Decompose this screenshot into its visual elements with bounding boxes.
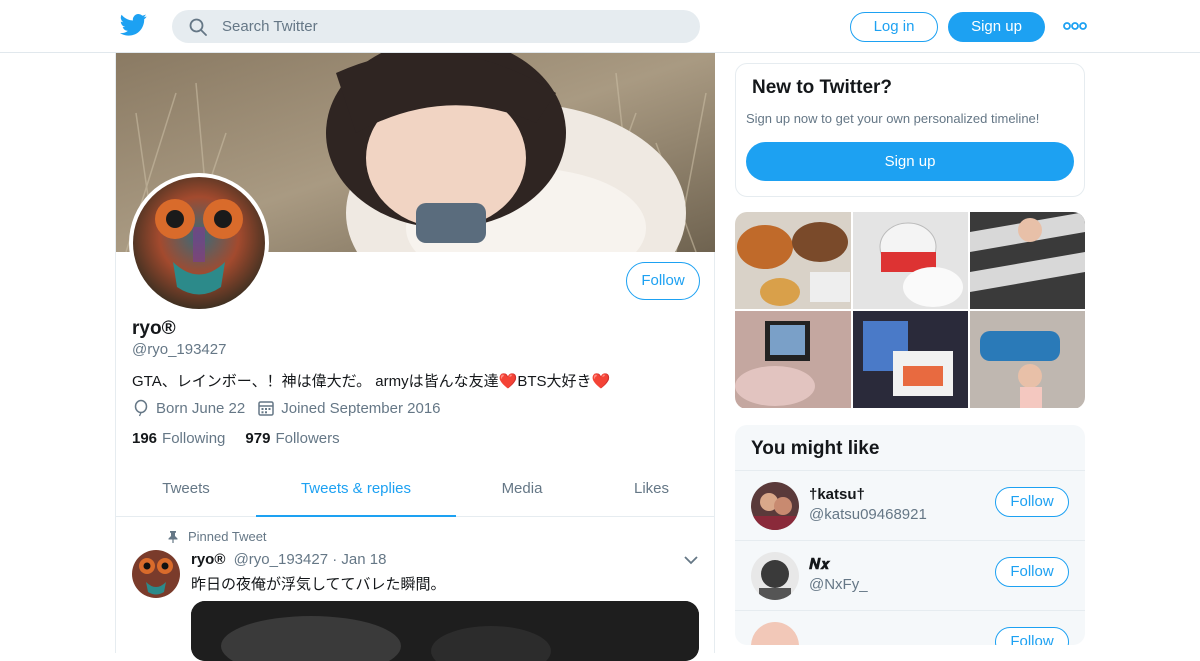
- profile-column: Follow ryo® @ryo_193427 GTA、レインボー、！神は偉大だ…: [115, 53, 715, 661]
- more-dots-icon[interactable]: [1063, 18, 1087, 34]
- balloon-icon: [134, 399, 148, 417]
- twitter-bird-icon[interactable]: [120, 13, 147, 37]
- profile-stats: 196 Following 979 Followers: [132, 430, 360, 447]
- following-count: 196: [132, 430, 158, 447]
- signup-button[interactable]: Sign up: [948, 12, 1045, 42]
- calendar-icon: [258, 401, 274, 416]
- avatar[interactable]: [751, 552, 799, 600]
- followers-stat[interactable]: 979 Followers: [245, 430, 339, 447]
- bio-text-2: BTS大好き: [517, 373, 592, 390]
- follow-button[interactable]: Follow: [995, 487, 1069, 517]
- tweet-avatar[interactable]: [132, 550, 180, 598]
- tweet-media-image[interactable]: [191, 601, 699, 661]
- media-thumbnail[interactable]: [853, 311, 968, 408]
- you-might-like-title: You might like: [751, 438, 880, 459]
- profile-avatar[interactable]: [129, 173, 269, 313]
- profile-handle[interactable]: @ryo_193427: [132, 341, 226, 358]
- pin-icon: [168, 530, 178, 543]
- account-name[interactable]: †katsu†: [809, 486, 865, 503]
- profile-name: ryo®: [132, 318, 176, 339]
- profile-tabs: Tweets Tweets & replies Media Likes: [116, 464, 715, 517]
- profile-meta: Born June 22 Joined September 2016: [132, 399, 441, 417]
- followers-label: Followers: [275, 430, 340, 447]
- heart-emoji: ❤️: [591, 373, 611, 390]
- search-box[interactable]: [172, 10, 700, 43]
- avatar[interactable]: [751, 482, 799, 530]
- login-button[interactable]: Log in: [850, 12, 938, 42]
- suggested-account[interactable]: Follow: [735, 610, 1085, 645]
- media-thumbnail[interactable]: [735, 212, 851, 309]
- tweet-author-name[interactable]: ryo®: [191, 551, 225, 568]
- you-might-like-card: You might like †katsu† @katsu09468921 Fo…: [735, 425, 1085, 645]
- account-handle[interactable]: @katsu09468921: [809, 506, 927, 523]
- tab-tweets[interactable]: Tweets: [116, 464, 256, 517]
- top-navigation-bar: Log in Sign up: [0, 0, 1200, 53]
- account-name[interactable]: 𝑵𝒙: [809, 556, 830, 573]
- media-photo-grid: [735, 212, 1085, 409]
- media-thumbnail[interactable]: [853, 212, 968, 309]
- signup-card-button[interactable]: Sign up: [746, 142, 1074, 181]
- suggested-account[interactable]: 𝑵𝒙 @NxFy_ Follow: [735, 540, 1085, 610]
- media-thumbnail[interactable]: [970, 311, 1085, 408]
- media-thumbnail[interactable]: [735, 311, 851, 408]
- new-to-twitter-card: New to Twitter? Sign up now to get your …: [735, 63, 1085, 197]
- avatar[interactable]: [751, 622, 799, 645]
- tweet-separator: ·: [332, 551, 338, 568]
- follow-button[interactable]: Follow: [995, 557, 1069, 587]
- media-thumbnail[interactable]: [970, 212, 1085, 309]
- tab-media[interactable]: Media: [456, 464, 588, 517]
- new-to-twitter-subtitle: Sign up now to get your own personalized…: [746, 111, 1040, 126]
- tab-tweets-and-replies[interactable]: Tweets & replies: [256, 464, 456, 517]
- account-handle[interactable]: @NxFy_: [809, 576, 868, 593]
- pinned-label: Pinned Tweet: [168, 529, 267, 544]
- birthday-text: Born June 22: [156, 399, 246, 417]
- profile-bio: GTA、レインボー、！神は偉大だ。 armyは皆んな友達❤️BTS大好き❤️: [132, 370, 610, 391]
- heart-emoji: ❤️: [498, 373, 518, 390]
- chevron-down-icon[interactable]: [684, 555, 698, 565]
- joined-text: Joined September 2016: [281, 399, 441, 417]
- tweet-date[interactable]: Jan 18: [341, 551, 386, 568]
- suggested-account[interactable]: †katsu† @katsu09468921 Follow: [735, 470, 1085, 540]
- tweet-header: ryo® @ryo_193427 · Jan 18: [191, 551, 386, 568]
- tab-likes[interactable]: Likes: [588, 464, 715, 517]
- tweet-text: 昨日の夜俺が浮気しててバレた瞬間。: [191, 576, 446, 593]
- search-input[interactable]: [222, 10, 682, 43]
- follow-button[interactable]: Follow: [626, 262, 700, 300]
- following-stat[interactable]: 196 Following: [132, 430, 225, 447]
- followers-count: 979: [245, 430, 271, 447]
- search-icon: [189, 18, 207, 36]
- bio-text: GTA、レインボー、！神は偉大だ。 armyは皆んな友達: [132, 373, 499, 390]
- pinned-tweet-text: Pinned Tweet: [188, 529, 267, 544]
- tweet-author-handle[interactable]: @ryo_193427: [234, 551, 328, 568]
- new-to-twitter-title: New to Twitter?: [752, 77, 893, 98]
- following-label: Following: [162, 430, 226, 447]
